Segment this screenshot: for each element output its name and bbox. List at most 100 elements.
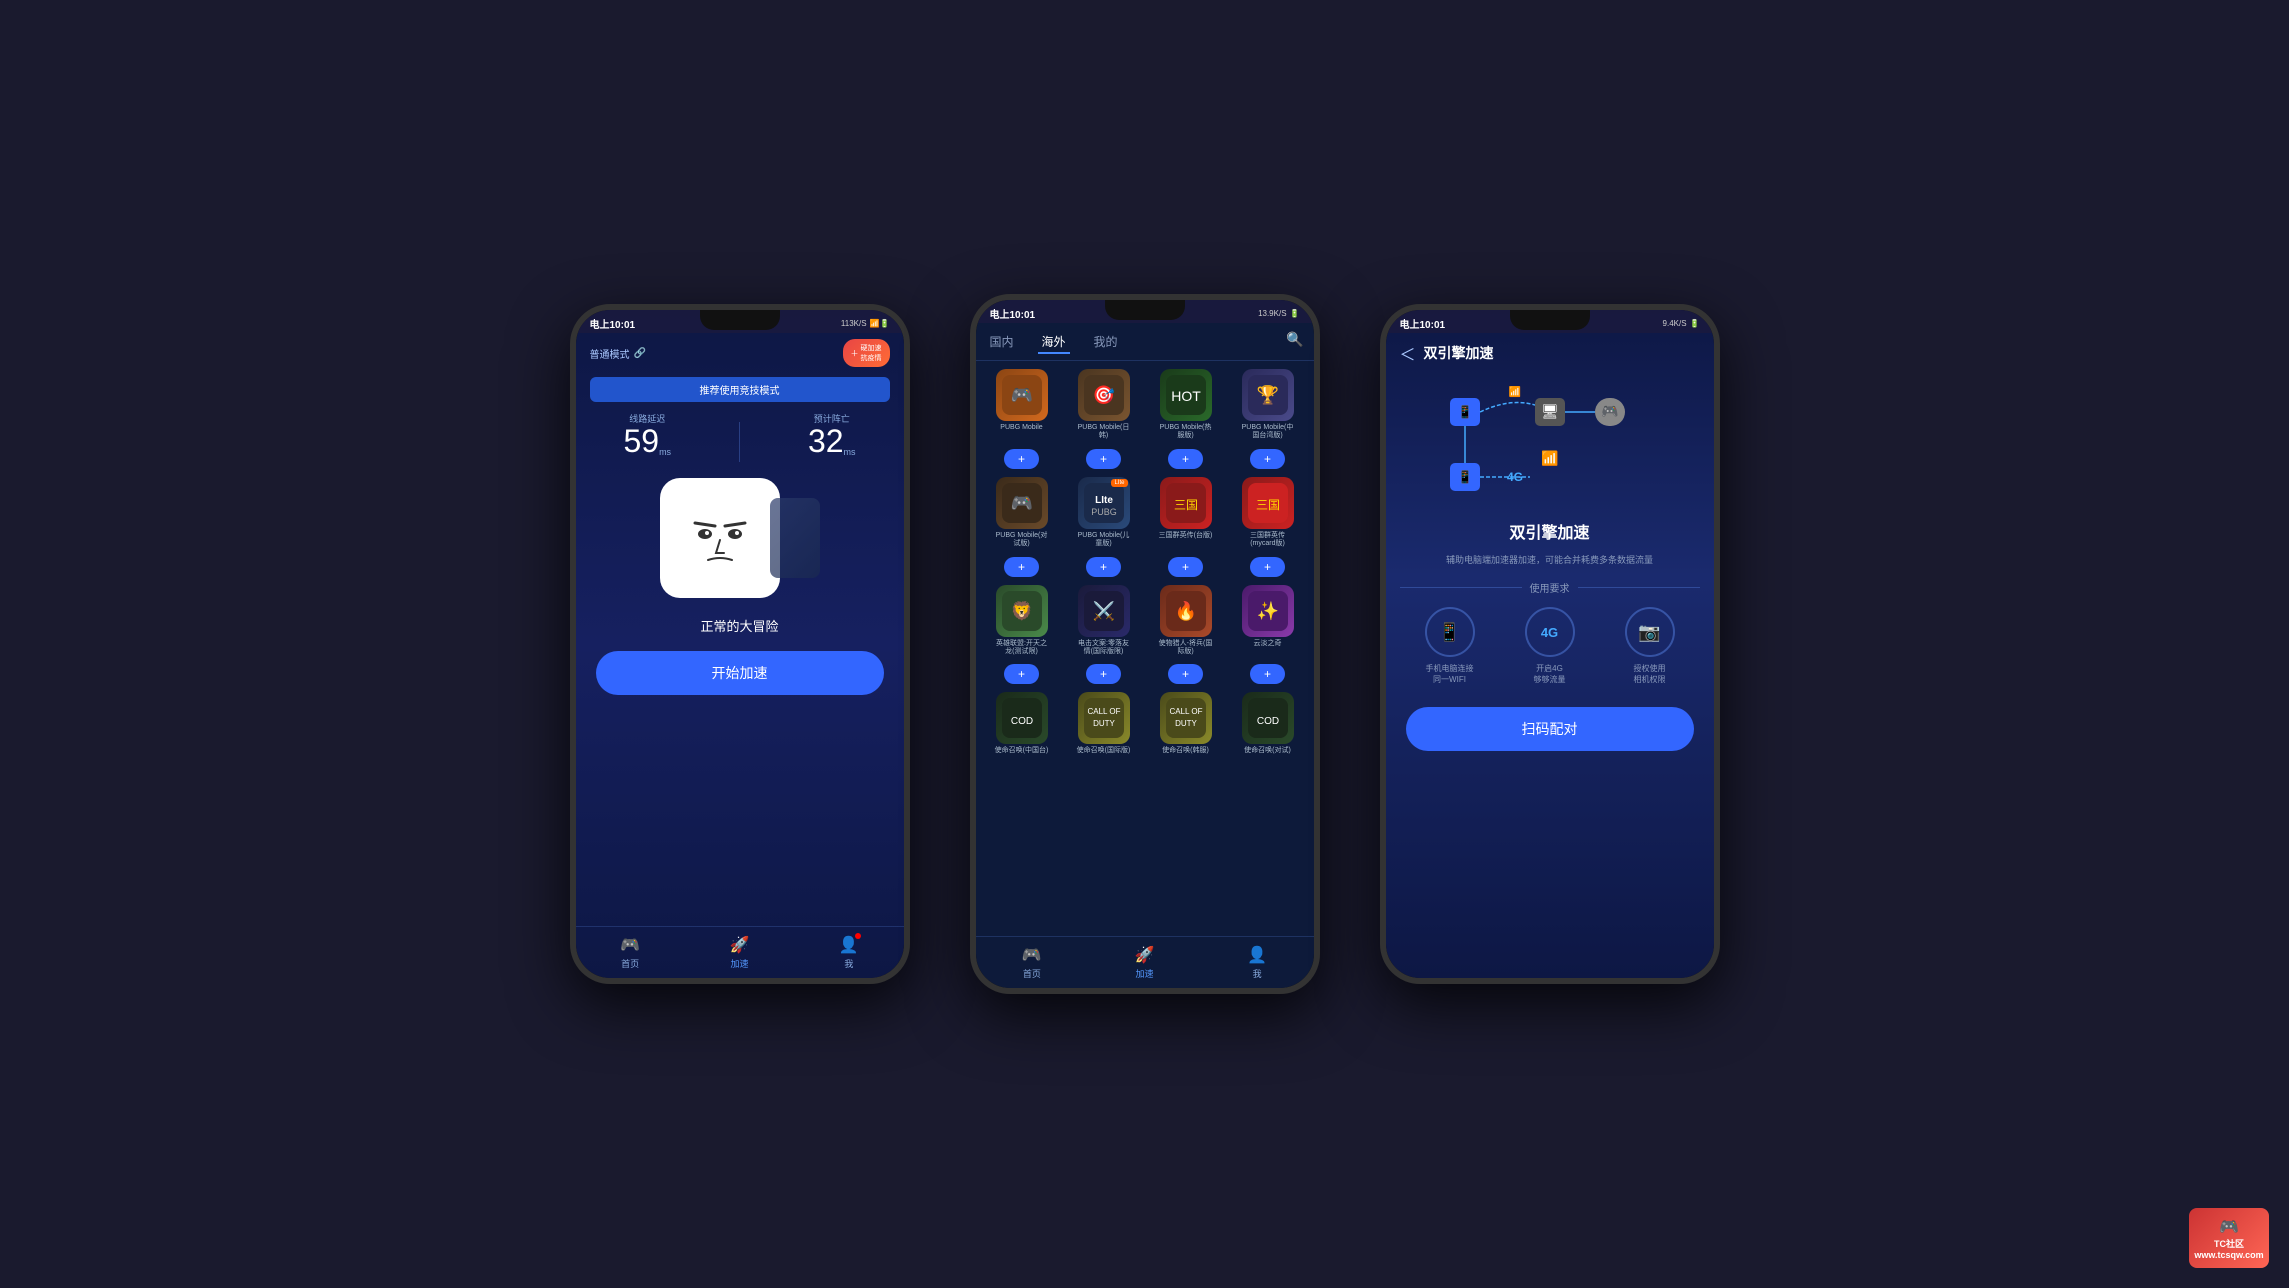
nav-home-2[interactable]: 🎮 首页 bbox=[1022, 945, 1042, 980]
games-grid: 🎮 PUBG Mobile 🎯 PUBG Mobile(日韩) HOT PUBG… bbox=[976, 361, 1314, 936]
game-display bbox=[576, 468, 904, 608]
home-icon-2: 🎮 bbox=[1022, 945, 1042, 965]
req-4g: 4G 开启4G够够流量 bbox=[1525, 607, 1575, 685]
game-icon-pubg3[interactable]: HOT bbox=[1160, 369, 1212, 421]
battery-icon-3: 🔋 bbox=[1690, 319, 1700, 328]
add-hero4[interactable]: + bbox=[1250, 664, 1285, 684]
signal-1: 113K/S bbox=[841, 319, 867, 328]
add-hero3[interactable]: + bbox=[1168, 664, 1203, 684]
add-pubg1[interactable]: + bbox=[1004, 449, 1039, 469]
svg-text:DUTY: DUTY bbox=[1093, 719, 1115, 728]
tab-domestic[interactable]: 国内 bbox=[986, 331, 1018, 354]
search-tab[interactable]: 🔍 bbox=[1286, 331, 1303, 354]
game-icon-cod2[interactable]: CALL OF DUTY bbox=[1078, 692, 1130, 744]
network-svg: 📱 📶 🖥 🎮 📱 4G bbox=[1440, 383, 1660, 503]
svg-text:📱: 📱 bbox=[1457, 470, 1472, 484]
add-hero2[interactable]: + bbox=[1086, 664, 1121, 684]
add-hero1[interactable]: + bbox=[1004, 664, 1039, 684]
scan-pair-button[interactable]: 扫码配对 bbox=[1406, 707, 1694, 751]
dual-engine-desc: 辅助电脑端加速器加速，可能合并耗费多条数据流量 bbox=[1386, 549, 1714, 570]
game-cell-cod4: COD 使命召唤(对试) bbox=[1230, 692, 1306, 755]
add-pubg5[interactable]: + bbox=[1004, 557, 1039, 577]
game-icon-hero1[interactable]: 🦁 bbox=[996, 585, 1048, 637]
plus-icon: ＋ bbox=[851, 348, 859, 359]
watermark: 🎮TC社区www.tcsqw.com bbox=[2189, 1208, 2269, 1268]
nav-speed-1[interactable]: 🚀 加速 bbox=[730, 935, 750, 970]
svg-text:📶: 📶 bbox=[1541, 450, 1558, 467]
game-cell-pubg3: HOT PUBG Mobile(热服版) bbox=[1148, 369, 1224, 441]
pubg6-wrap: LItePUBG LIte bbox=[1078, 477, 1130, 529]
tab-overseas[interactable]: 海外 bbox=[1038, 331, 1070, 354]
game-title-pubg3: PUBG Mobile(热服版) bbox=[1158, 424, 1214, 441]
svg-text:📶: 📶 bbox=[1508, 385, 1520, 398]
ping-stat: 预计阵亡 32 ms bbox=[808, 412, 856, 462]
profile-icon-1: 👤 bbox=[839, 937, 859, 954]
add-3k2[interactable]: + bbox=[1250, 557, 1285, 577]
add-pubg4[interactable]: + bbox=[1250, 449, 1285, 469]
home-label-2: 首页 bbox=[1023, 967, 1041, 980]
fourG-req-label: 开启4G够够流量 bbox=[1534, 663, 1566, 685]
game-icon-cod1[interactable]: COD bbox=[996, 692, 1048, 744]
game-icon-hero3[interactable]: 🔥 bbox=[1160, 585, 1212, 637]
latency-unit: ms bbox=[659, 447, 671, 457]
game-cell-cod3: CALL OFDUTY 使命召唤(韩服) bbox=[1148, 692, 1224, 755]
nav-speed-2[interactable]: 🚀 加速 bbox=[1135, 945, 1155, 980]
profile-icon-2: 👤 bbox=[1247, 945, 1267, 965]
phone3-header: ＜ 双引擎加速 bbox=[1386, 333, 1714, 373]
svg-text:CALL OF: CALL OF bbox=[1087, 707, 1120, 716]
requirements-icons: 📱 手机电脑连接同一WIFI 4G 开启4G够够流量 📷 授权使用相机权限 bbox=[1400, 607, 1700, 685]
ping-unit: ms bbox=[844, 447, 856, 457]
tab-mine[interactable]: 我的 bbox=[1090, 331, 1122, 354]
games-row-3: 🦁 英雄联盟:开天之龙(测试限) ⚔️ 电击文案:零落友情(国际版限) 🔥 使物… bbox=[984, 585, 1306, 657]
add-row-1: + + + + bbox=[984, 447, 1306, 469]
speed-label-1: 加速 bbox=[730, 957, 748, 970]
add-pubg6[interactable]: + bbox=[1086, 557, 1121, 577]
game-icon-pubg5[interactable]: 🎮 bbox=[996, 477, 1048, 529]
game-icon-cod4[interactable]: COD bbox=[1242, 692, 1294, 744]
game-icon-pubg2[interactable]: 🎯 bbox=[1078, 369, 1130, 421]
signal-3: 9.4K/S bbox=[1663, 319, 1687, 328]
start-accelerate-button[interactable]: 开始加速 bbox=[596, 651, 884, 695]
profile-dot-1 bbox=[855, 933, 861, 939]
game-icon-hero4[interactable]: ✨ bbox=[1242, 585, 1294, 637]
back-button[interactable]: ＜ bbox=[1400, 341, 1416, 365]
home-label-1: 首页 bbox=[621, 957, 639, 970]
svg-text:DUTY: DUTY bbox=[1175, 719, 1197, 728]
svg-text:4G: 4G bbox=[1506, 470, 1522, 484]
speed-icon-2: 🚀 bbox=[1135, 945, 1155, 965]
bottom-nav-1: 🎮 首页 🚀 加速 👤 我 bbox=[576, 926, 904, 978]
nav-home-1[interactable]: 🎮 首页 bbox=[620, 935, 640, 970]
game-title-pubg2: PUBG Mobile(日韩) bbox=[1076, 424, 1132, 441]
add-pubg3[interactable]: + bbox=[1168, 449, 1203, 469]
game-icon-pubg4[interactable]: 🏆 bbox=[1242, 369, 1294, 421]
game-title-hero1: 英雄联盟:开天之龙(测试限) bbox=[994, 640, 1050, 657]
game-title-hero3: 使物猎人-将兵(国际版) bbox=[1158, 640, 1214, 657]
add-pubg2[interactable]: + bbox=[1086, 449, 1121, 469]
camera-req-circle: 📷 bbox=[1625, 607, 1675, 657]
game-cell-hero4: ✨ 云淡之奇 bbox=[1230, 585, 1306, 657]
game-name: 正常的大冒险 bbox=[576, 608, 904, 643]
antivirus-button[interactable]: ＋ 硬加速抗疫情 bbox=[843, 339, 890, 367]
game-icon-3k2[interactable]: 三国 bbox=[1242, 477, 1294, 529]
competitive-button[interactable]: 推荐使用竞技模式 bbox=[590, 377, 890, 402]
game-icon-hero2[interactable]: ⚔️ bbox=[1078, 585, 1130, 637]
nav-profile-2[interactable]: 👤 我 bbox=[1247, 945, 1267, 980]
game-cell-pubg6: LItePUBG LIte PUBG Mobile(儿童版) bbox=[1066, 477, 1142, 549]
game-cell-3k1: 三国 三国群英传(台版) bbox=[1148, 477, 1224, 549]
nav-profile-1[interactable]: 👤 我 bbox=[839, 935, 859, 970]
latency-stat: 线路延迟 59 ms bbox=[623, 412, 671, 462]
profile-label-1: 我 bbox=[844, 957, 853, 970]
time-3: 电上10:01 bbox=[1400, 316, 1446, 331]
svg-text:三国: 三国 bbox=[1255, 498, 1279, 512]
game-cell-pubg5: 🎮 PUBG Mobile(对试版) bbox=[984, 477, 1060, 549]
game-icon-cod3[interactable]: CALL OFDUTY bbox=[1160, 692, 1212, 744]
game-icon-3k1[interactable]: 三国 bbox=[1160, 477, 1212, 529]
mode-icon: 🔗 bbox=[634, 348, 646, 359]
game-icon-pubg1[interactable]: 🎮 bbox=[996, 369, 1048, 421]
game-title-hero2: 电击文案:零落友情(国际版限) bbox=[1076, 640, 1132, 657]
antivirus-text: 硬加速抗疫情 bbox=[861, 343, 882, 363]
watermark-image: 🎮TC社区www.tcsqw.com bbox=[2189, 1208, 2269, 1268]
requirements-section: 使用要求 📱 手机电脑连接同一WIFI 4G 开启4G够够流量 bbox=[1386, 570, 1714, 695]
game-cell-pubg2: 🎯 PUBG Mobile(日韩) bbox=[1066, 369, 1142, 441]
add-3k1[interactable]: + bbox=[1168, 557, 1203, 577]
